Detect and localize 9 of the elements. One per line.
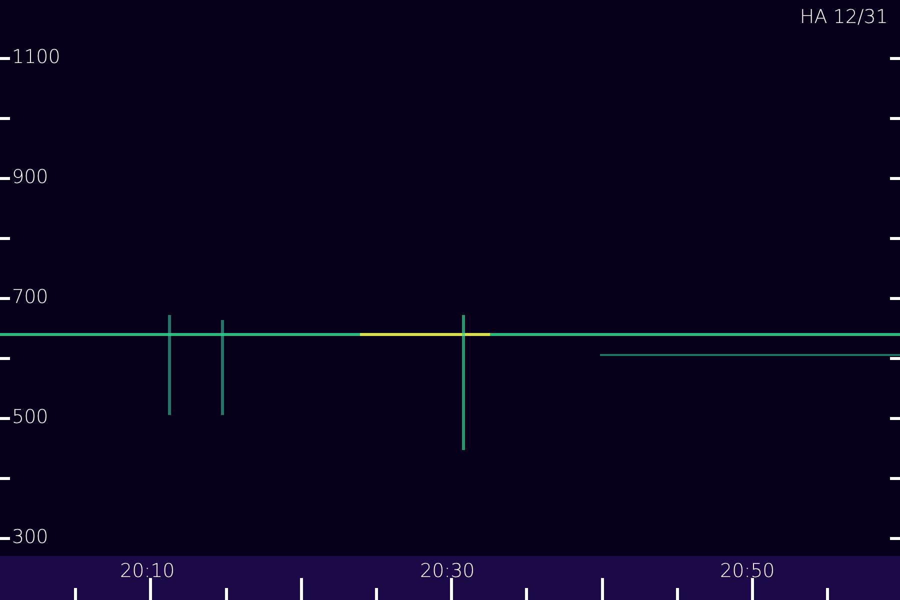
chart-title: HA 12/31 (800, 8, 888, 27)
y-axis-label: 900 (12, 168, 48, 187)
y-axis-label: 500 (12, 408, 48, 427)
y-axis-label: 300 (12, 528, 48, 547)
y-axis-label: 1100 (12, 48, 60, 67)
y-axis-label: 700 (12, 288, 48, 307)
x-axis-label: 20:50 (720, 562, 775, 581)
x-axis-label: 20:30 (420, 562, 475, 581)
x-axis-label: 20:10 (120, 562, 175, 581)
